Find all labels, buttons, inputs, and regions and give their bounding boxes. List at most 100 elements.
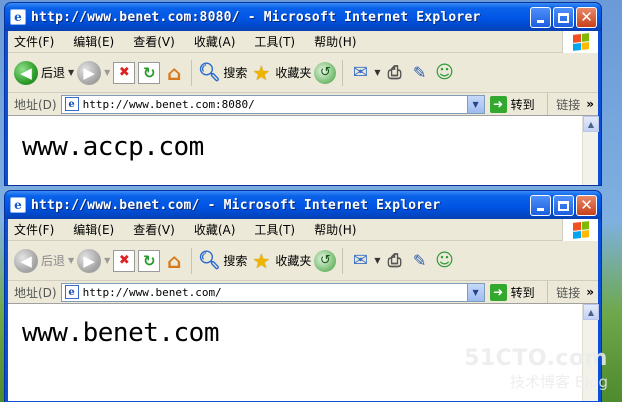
favorites-button[interactable]: ★ 收藏夹 xyxy=(250,60,311,85)
toolbar-separator xyxy=(342,247,344,274)
ie-logo-icon: e xyxy=(10,197,26,213)
mail-icon: ✉ xyxy=(352,250,368,271)
window-title: http://www.benet.com:8080/ - Microsoft I… xyxy=(31,9,481,25)
menu-bar: 文件(F) 编辑(E) 查看(V) 收藏(A) 工具(T) 帮助(H) xyxy=(8,219,598,241)
links-label: 链接 xyxy=(556,285,581,300)
back-label: 后退 xyxy=(41,66,66,80)
page-text: www.accp.com xyxy=(22,132,204,162)
go-label: 转到 xyxy=(510,285,535,300)
favorites-star-icon: ★ xyxy=(252,248,271,273)
back-dropdown-icon[interactable]: ▼ xyxy=(68,256,74,265)
go-button[interactable]: ➜ 转到 xyxy=(489,95,535,113)
mail-dropdown-icon[interactable]: ▼ xyxy=(374,256,380,265)
menu-view[interactable]: 查看(V) xyxy=(133,33,175,50)
back-dropdown-icon[interactable]: ▼ xyxy=(68,68,74,77)
address-label: 地址(D) xyxy=(14,285,57,300)
go-label: 转到 xyxy=(510,97,535,112)
ie-window-front[interactable]: e http://www.benet.com/ - Microsoft Inte… xyxy=(4,190,602,402)
scroll-up-icon[interactable]: ▲ xyxy=(583,116,599,132)
address-dropdown-icon[interactable]: ▼ xyxy=(466,283,484,301)
windows-logo-icon xyxy=(562,219,598,241)
maximize-icon xyxy=(558,200,569,211)
edit-icon[interactable]: ✎ xyxy=(409,250,431,272)
back-button[interactable]: ◀ 后退 ▼ xyxy=(14,60,74,85)
forward-arrow-icon: ▶ xyxy=(77,60,102,85)
menu-tools[interactable]: 工具(T) xyxy=(254,221,295,238)
forward-arrow-icon: ▶ xyxy=(77,248,102,273)
page-content: www.benet.com ▲ xyxy=(8,303,599,401)
search-icon: 🔍︎ xyxy=(197,250,221,271)
mail-button[interactable]: ✉ ▼ xyxy=(349,250,381,272)
vertical-scrollbar[interactable]: ▲ xyxy=(582,304,599,401)
messenger-icon[interactable]: ☺ xyxy=(434,250,456,272)
menu-favorites[interactable]: 收藏(A) xyxy=(194,33,236,50)
home-icon[interactable]: ⌂ xyxy=(163,61,185,85)
menu-file[interactable]: 文件(F) xyxy=(14,33,54,50)
close-icon: ✕ xyxy=(580,196,593,214)
forward-button[interactable]: ▶ ▼ xyxy=(77,60,110,85)
back-button[interactable]: ◀ 后退 ▼ xyxy=(14,248,74,273)
links-button[interactable]: 链接 » xyxy=(547,93,598,115)
search-label: 搜索 xyxy=(223,66,248,80)
menu-tools[interactable]: 工具(T) xyxy=(254,33,295,50)
ie-window-back[interactable]: e http://www.benet.com:8080/ - Microsoft… xyxy=(4,2,602,186)
print-icon[interactable]: ⎙ xyxy=(384,250,406,272)
toolbar-separator xyxy=(191,247,193,274)
search-label: 搜索 xyxy=(223,254,248,268)
address-dropdown-icon[interactable]: ▼ xyxy=(466,95,484,113)
title-bar[interactable]: e http://www.benet.com:8080/ - Microsoft… xyxy=(5,3,601,31)
messenger-icon[interactable]: ☺ xyxy=(434,62,456,84)
favorites-button[interactable]: ★ 收藏夹 xyxy=(250,248,312,273)
refresh-icon[interactable]: ↻ xyxy=(138,249,161,272)
go-button[interactable]: ➜ 转到 xyxy=(489,283,535,301)
favorites-star-icon: ★ xyxy=(252,60,271,85)
mail-icon: ✉ xyxy=(352,62,368,83)
home-icon[interactable]: ⌂ xyxy=(163,249,185,273)
menu-favorites[interactable]: 收藏(A) xyxy=(194,221,236,238)
vertical-scrollbar[interactable]: ▲ xyxy=(582,116,599,185)
forward-dropdown-icon[interactable]: ▼ xyxy=(104,68,110,77)
close-button[interactable]: ✕ xyxy=(576,7,597,28)
minimize-button[interactable] xyxy=(530,195,551,216)
history-icon[interactable]: ↺ xyxy=(314,249,337,272)
title-bar[interactable]: e http://www.benet.com/ - Microsoft Inte… xyxy=(5,191,601,219)
ie-logo-icon: e xyxy=(10,9,26,25)
back-arrow-icon: ◀ xyxy=(14,248,38,273)
chevron-right-icon: » xyxy=(586,285,594,299)
minimize-button[interactable] xyxy=(530,7,551,28)
window-title: http://www.benet.com/ - Microsoft Intern… xyxy=(31,197,441,213)
search-button[interactable]: 🔍︎ 搜索 xyxy=(198,62,247,84)
mail-button[interactable]: ✉ ▼ xyxy=(349,62,381,84)
forward-dropdown-icon[interactable]: ▼ xyxy=(104,256,110,265)
maximize-button[interactable] xyxy=(553,7,574,28)
address-input[interactable]: e http://www.benet.com/ ▼ xyxy=(60,282,485,302)
menu-edit[interactable]: 编辑(E) xyxy=(73,33,114,50)
maximize-button[interactable] xyxy=(553,195,574,216)
links-button[interactable]: 链接 » xyxy=(547,281,598,303)
refresh-icon[interactable]: ↻ xyxy=(138,61,161,84)
back-label: 后退 xyxy=(41,254,66,268)
search-button[interactable]: 🔍︎ 搜索 xyxy=(198,250,247,272)
favorites-label: 收藏夹 xyxy=(275,254,312,268)
minimize-icon xyxy=(537,208,544,211)
page-icon: e xyxy=(64,97,79,111)
menu-view[interactable]: 查看(V) xyxy=(133,221,175,238)
chevron-right-icon: » xyxy=(586,97,594,111)
stop-icon[interactable]: ✖ xyxy=(113,249,136,272)
mail-dropdown-icon[interactable]: ▼ xyxy=(374,68,380,77)
history-icon[interactable]: ↺ xyxy=(314,61,337,84)
close-button[interactable]: ✕ xyxy=(576,195,597,216)
edit-icon[interactable]: ✎ xyxy=(409,62,431,84)
address-input[interactable]: e http://www.benet.com:8080/ ▼ xyxy=(60,94,485,114)
menu-help[interactable]: 帮助(H) xyxy=(314,221,356,238)
stop-icon[interactable]: ✖ xyxy=(113,61,136,84)
menu-file[interactable]: 文件(F) xyxy=(14,221,54,238)
address-url[interactable]: http://www.benet.com:8080/ xyxy=(83,98,255,111)
forward-button[interactable]: ▶ ▼ xyxy=(77,248,110,273)
address-url[interactable]: http://www.benet.com/ xyxy=(83,286,222,299)
print-icon[interactable]: ⎙ xyxy=(384,62,406,84)
menu-edit[interactable]: 编辑(E) xyxy=(73,221,114,238)
minimize-icon xyxy=(537,20,544,23)
scroll-up-icon[interactable]: ▲ xyxy=(583,304,599,320)
menu-help[interactable]: 帮助(H) xyxy=(314,33,356,50)
